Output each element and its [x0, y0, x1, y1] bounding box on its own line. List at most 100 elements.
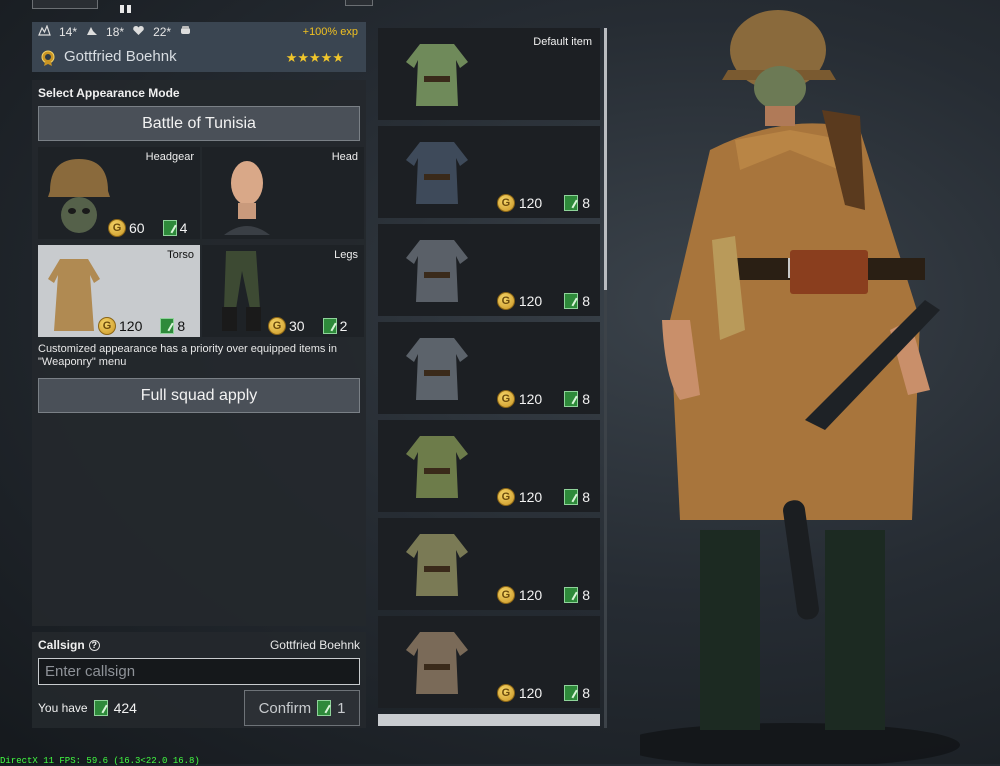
- ticket-icon: [564, 391, 579, 407]
- appearance-mode-label: Select Appearance Mode: [38, 86, 180, 100]
- item-option[interactable]: G 120 8: [378, 322, 600, 414]
- uniform-thumbnail: [406, 632, 468, 694]
- callsign-label: Callsign: [38, 638, 85, 652]
- rank-icon: [40, 50, 56, 66]
- balance: You have 424: [38, 700, 137, 716]
- top-button-stub[interactable]: [345, 0, 373, 6]
- item-option[interactable]: G 120 8: [378, 518, 600, 610]
- ticket-icon: [162, 220, 177, 236]
- appearance-mode-button[interactable]: Battle of Tunisia: [38, 106, 360, 141]
- help-icon[interactable]: ?: [88, 639, 100, 651]
- slot-label: Headgear: [145, 151, 194, 163]
- uniform-thumbnail: [406, 44, 468, 106]
- ticket-icon: [93, 700, 108, 716]
- stat-value: 14*: [59, 25, 78, 39]
- gold-coin-icon: G: [496, 390, 515, 408]
- gold-coin-icon: G: [496, 586, 515, 604]
- ticket-icon: [564, 195, 579, 211]
- top-tab-stub[interactable]: [32, 0, 98, 9]
- gold-coin-icon: G: [496, 488, 515, 506]
- fps-counter: DirectX 11 FPS: 59.6 (16.3<22.0 16.8): [0, 756, 200, 766]
- ticket-icon: [322, 318, 337, 334]
- strength-icon: [179, 25, 192, 39]
- speed-icon: [85, 25, 98, 39]
- slot-price: G 60 4: [108, 219, 187, 237]
- slot-price: G 30 2: [268, 317, 347, 335]
- ticket-price: 8: [582, 489, 590, 505]
- slot-head[interactable]: Head: [202, 147, 364, 239]
- item-default[interactable]: Default item: [378, 28, 600, 120]
- ticket-price: 8: [582, 293, 590, 309]
- gold-price: 120: [518, 391, 543, 407]
- gold-coin-icon: G: [98, 317, 116, 335]
- item-option[interactable]: G 120 8: [378, 616, 600, 708]
- slot-legs[interactable]: Legs G 30 2: [202, 245, 364, 337]
- slot-torso[interactable]: Torso G 120 8: [38, 245, 200, 337]
- perk-points-icon: [38, 25, 51, 39]
- callsign-input[interactable]: [38, 658, 360, 685]
- rating-stars: ★★★★★: [285, 50, 344, 65]
- gold-price: 120: [119, 318, 143, 334]
- ticket-price: 8: [582, 195, 590, 211]
- ticket-price: 2: [339, 318, 348, 334]
- gold-price: 120: [518, 489, 543, 505]
- ticket-icon: [160, 318, 175, 334]
- soldier-preview[interactable]: [640, 0, 1000, 764]
- ticket-price: 8: [177, 318, 186, 334]
- item-option[interactable]: G 120 8: [378, 224, 600, 316]
- confirm-cost: 1: [337, 699, 346, 717]
- gold-price: 60: [129, 220, 145, 236]
- full-squad-apply-button[interactable]: Full squad apply: [38, 378, 360, 413]
- item-price: G 120 8: [496, 586, 590, 604]
- item-price: G 120 8: [496, 390, 590, 408]
- default-item-label: Default item: [533, 36, 592, 48]
- health-icon: [132, 25, 145, 39]
- soldier-card: 14* 18* 22* +100% exp Gottfried Boehnk ★…: [32, 22, 366, 72]
- stat-value: 22*: [153, 25, 172, 39]
- item-price: G 120 8: [496, 488, 590, 506]
- item-price: G 120 8: [496, 684, 590, 702]
- slot-label: Head: [331, 151, 358, 163]
- slot-label: Legs: [334, 249, 358, 261]
- confirm-label: Confirm: [258, 699, 312, 717]
- uniform-thumbnail: [406, 436, 468, 498]
- exp-bonus: +100% exp: [302, 26, 358, 38]
- gold-price: 120: [518, 195, 543, 211]
- ticket-icon: [564, 587, 579, 603]
- ticket-price: 8: [582, 391, 590, 407]
- priority-note: Customized appearance has a priority ove…: [38, 343, 337, 368]
- current-callsign: Gottfried Boehnk: [269, 638, 360, 652]
- slot-headgear[interactable]: Headgear G 60 4: [38, 147, 200, 239]
- gold-coin-icon: G: [496, 292, 515, 310]
- ticket-balance: 424: [113, 700, 137, 716]
- you-have-label: You have: [38, 701, 88, 715]
- ticket-icon: [564, 489, 579, 505]
- ticket-icon: [564, 685, 579, 701]
- confirm-button[interactable]: Confirm 1: [244, 690, 360, 726]
- head-thumbnail: [224, 161, 270, 235]
- torso-thumbnail: [48, 259, 100, 331]
- gold-coin-icon: G: [496, 684, 515, 702]
- item-option[interactable]: G 120 8: [378, 126, 600, 218]
- uniform-thumbnail: [406, 534, 468, 596]
- ticket-price: 8: [582, 587, 590, 603]
- scrollbar-thumb[interactable]: [604, 28, 607, 290]
- ticket-icon: [317, 700, 332, 716]
- item-option[interactable]: G 120 8: [378, 420, 600, 512]
- gold-price: 120: [518, 587, 543, 603]
- gold-coin-icon: G: [268, 317, 286, 335]
- ticket-icon: [564, 293, 579, 309]
- gold-coin-icon: G: [496, 194, 515, 212]
- legs-thumbnail: [222, 251, 261, 331]
- gold-coin-icon: G: [108, 219, 126, 237]
- gold-price: 30: [289, 318, 305, 334]
- item-list-partial[interactable]: [378, 714, 600, 726]
- squad-icon: [112, 0, 140, 13]
- ticket-price: 4: [179, 220, 188, 236]
- item-price: G 120 8: [496, 292, 590, 310]
- uniform-thumbnail: [406, 240, 468, 302]
- helmet-thumbnail: [48, 159, 110, 233]
- uniform-thumbnail: [406, 142, 468, 204]
- gold-price: 120: [518, 293, 543, 309]
- soldier-stats: 14* 18* 22*: [38, 25, 192, 39]
